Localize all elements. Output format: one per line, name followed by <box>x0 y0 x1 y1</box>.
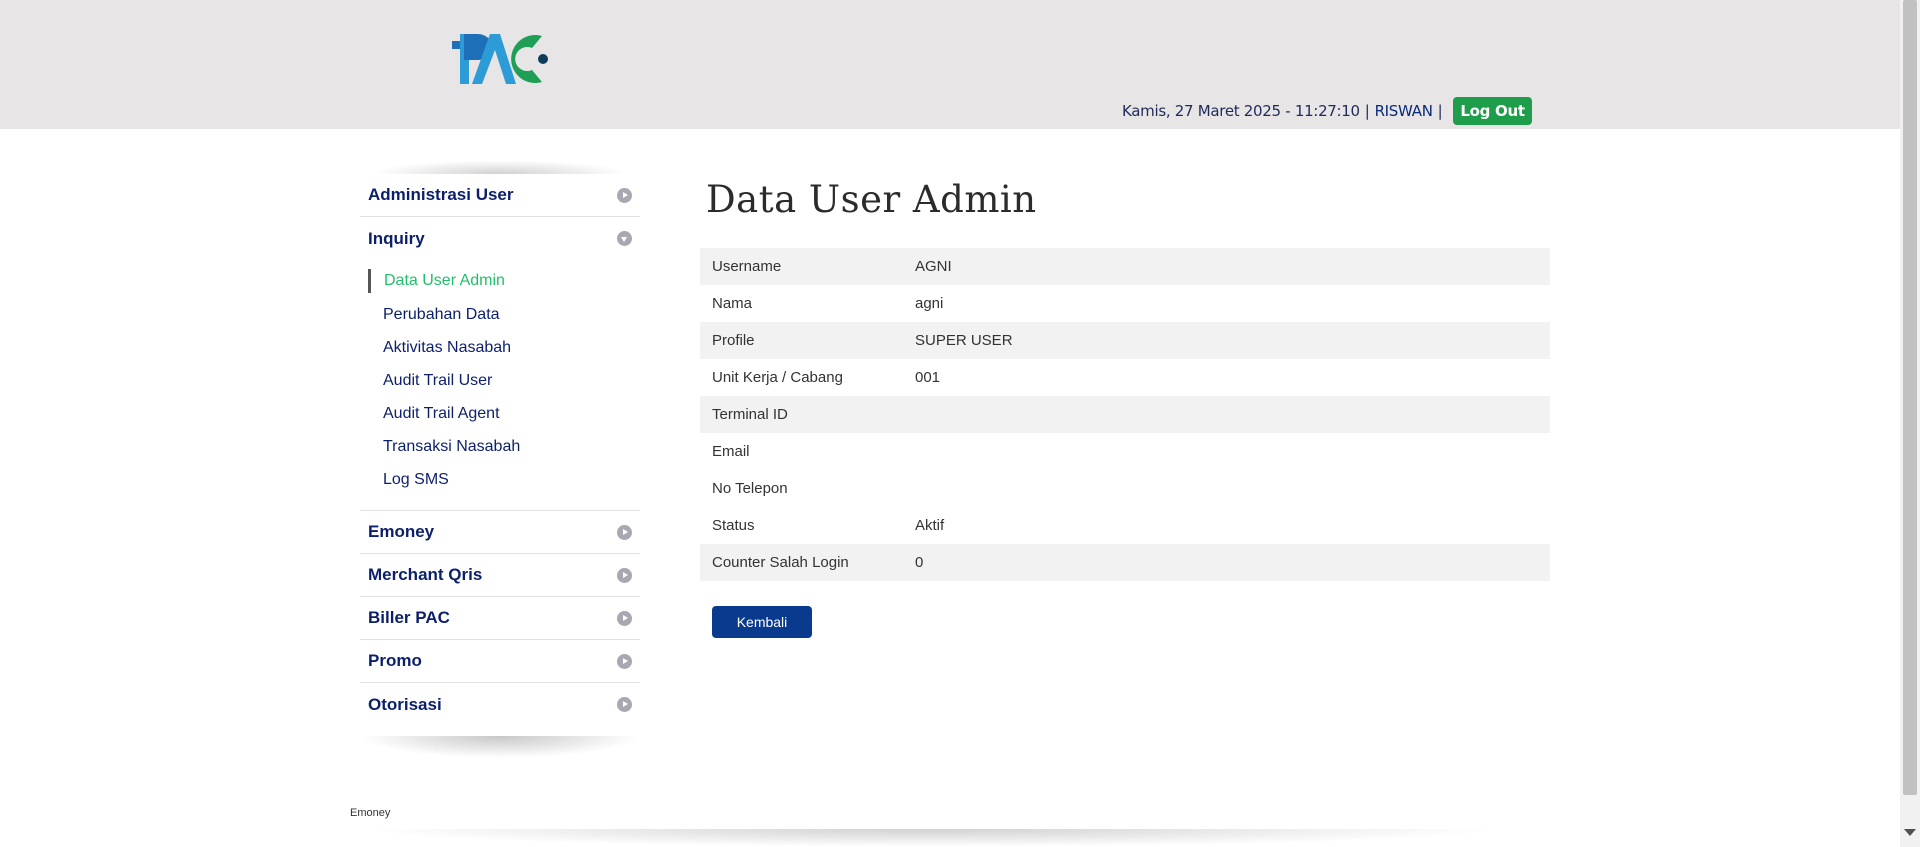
table-row: Username AGNI <box>700 248 1550 285</box>
collapse-arrow-icon <box>617 231 632 246</box>
inquiry-submenu: Data User Admin Perubahan Data Aktivitas… <box>360 260 640 511</box>
row-label: Counter Salah Login <box>700 544 903 581</box>
row-label: Status <box>712 517 755 534</box>
separator: | <box>1364 102 1370 120</box>
sidebar-shadow <box>360 736 640 758</box>
table-row: Counter Salah Login 0 <box>700 544 1550 581</box>
expand-arrow-icon <box>617 697 632 712</box>
back-button[interactable]: Kembali <box>712 606 812 638</box>
menu-label: Otorisasi <box>368 694 442 714</box>
row-label: Nama <box>712 295 753 312</box>
row-value <box>903 396 1550 433</box>
expand-arrow-icon <box>617 567 632 583</box>
table-row: Status Aktif <box>700 507 1550 544</box>
row-label: Username <box>700 248 903 285</box>
menu-label: Biller PAC <box>368 608 450 627</box>
footer-text: Emoney <box>350 807 391 819</box>
row-value: agni <box>915 295 944 312</box>
sidebar-shadow <box>370 160 630 174</box>
row-value: 0 <box>903 544 1550 581</box>
row-label: Email <box>712 443 750 460</box>
scrollbar-thumb[interactable] <box>1903 0 1917 795</box>
submenu-item-aktivitas-nasabah[interactable]: Aktivitas Nasabah <box>368 331 640 364</box>
expand-arrow-icon <box>617 187 632 203</box>
user-info-bar: Kamis, 27 Maret 2025 - 11:27:10 | RISWAN… <box>1122 96 1532 126</box>
menu-otorisasi[interactable]: Otorisasi <box>360 683 640 726</box>
expand-arrow-icon <box>617 524 632 540</box>
menu-label: Emoney <box>368 522 435 541</box>
submenu-item-audit-trail-user[interactable]: Audit Trail User <box>368 364 640 397</box>
header-bar: Kamis, 27 Maret 2025 - 11:27:10 | RISWAN… <box>0 0 1900 129</box>
menu-label: Inquiry <box>368 228 425 248</box>
menu-inquiry[interactable]: Inquiry <box>360 217 640 260</box>
row-label: No Telepon <box>712 480 788 497</box>
submenu-item-log-sms[interactable]: Log SMS <box>368 463 640 496</box>
submenu-item-data-user-admin[interactable]: Data User Admin <box>368 269 640 293</box>
pac-logo <box>452 34 548 84</box>
vertical-scrollbar[interactable] <box>1900 0 1920 847</box>
row-value: SUPER USER <box>903 322 1550 359</box>
user-detail-table: Username AGNI Nama agni Profile SUPER US… <box>700 248 1550 581</box>
expand-arrow-icon <box>617 653 632 669</box>
table-row: Unit Kerja / Cabang 001 <box>700 359 1550 396</box>
menu-administrasi-user[interactable]: Administrasi User <box>360 174 640 217</box>
menu-biller-pac[interactable]: Biller PAC <box>360 597 640 640</box>
main-content: Data User Admin Username AGNI Nama agni … <box>700 170 1550 638</box>
footer-shadow <box>360 829 1500 847</box>
row-label: Unit Kerja / Cabang <box>712 369 843 386</box>
menu-promo[interactable]: Promo <box>360 640 640 683</box>
row-value: AGNI <box>903 248 1550 285</box>
menu-merchant-qris[interactable]: Merchant Qris <box>360 554 640 597</box>
table-row: Email <box>700 433 1550 470</box>
sidebar-menu: Administrasi User Inquiry Data User Admi… <box>360 160 640 758</box>
submenu-item-perubahan-data[interactable]: Perubahan Data <box>368 298 640 331</box>
submenu-item-audit-trail-agent[interactable]: Audit Trail Agent <box>368 397 640 430</box>
table-row: Terminal ID <box>700 396 1550 433</box>
menu-label: Administrasi User <box>368 185 514 204</box>
row-label: Terminal ID <box>700 396 903 433</box>
expand-arrow-icon <box>617 610 632 626</box>
row-value <box>903 470 1550 507</box>
row-value: 001 <box>915 369 941 386</box>
datetime-text: Kamis, 27 Maret 2025 - 11:27:10 <box>1122 102 1360 120</box>
row-label: Profile <box>700 322 903 359</box>
scroll-down-arrow-icon[interactable] <box>1904 829 1916 836</box>
table-row: Profile SUPER USER <box>700 322 1550 359</box>
username-text: RISWAN <box>1374 102 1433 120</box>
logout-button[interactable]: Log Out <box>1453 97 1532 125</box>
page-title: Data User Admin <box>706 178 1037 221</box>
menu-label: Merchant Qris <box>368 565 483 584</box>
menu-emoney[interactable]: Emoney <box>360 511 640 554</box>
separator: | <box>1437 102 1443 120</box>
menu-label: Promo <box>368 651 422 670</box>
submenu-item-transaksi-nasabah[interactable]: Transaksi Nasabah <box>368 430 640 463</box>
table-row: Nama agni <box>700 285 1550 322</box>
table-row: No Telepon <box>700 470 1550 507</box>
row-value <box>903 433 1550 470</box>
row-value: Aktif <box>915 517 945 534</box>
